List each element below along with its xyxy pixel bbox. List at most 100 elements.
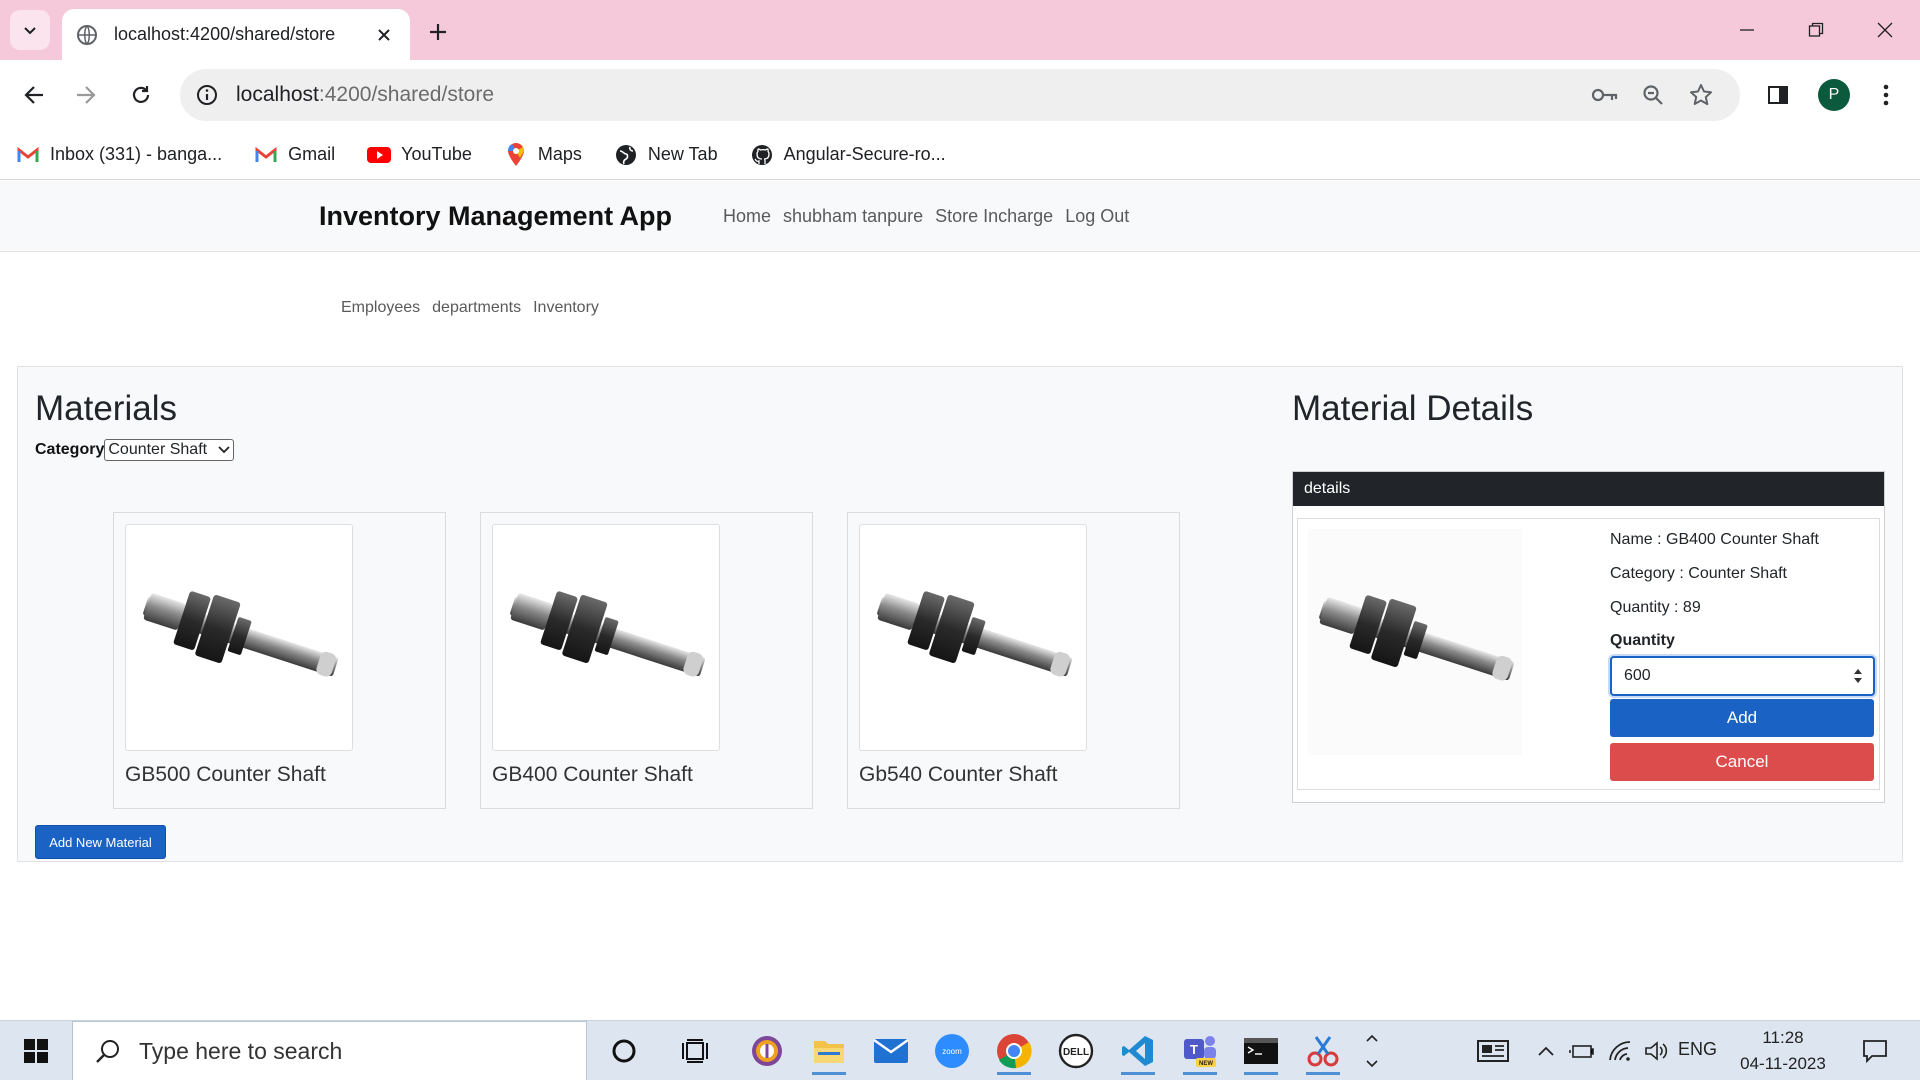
quantity-input[interactable]: 600 [1610, 656, 1875, 696]
category-select[interactable]: Counter Shaft [104, 439, 235, 461]
add-quantity-button[interactable]: Add [1610, 699, 1874, 737]
battery-icon[interactable] [1566, 1021, 1598, 1080]
material-name: Gb540 Counter Shaft [859, 763, 1058, 786]
bookmark-new-tab[interactable]: New Tab [614, 143, 718, 167]
quantity-stepper-icon[interactable] [1853, 667, 1863, 685]
material-card[interactable]: Gb540 Counter Shaft [847, 512, 1180, 809]
address-bar[interactable]: localhost:4200/shared/store [180, 69, 1740, 121]
dell-icon[interactable]: DELL [1051, 1027, 1101, 1075]
clock-time: 11:28 [1762, 1028, 1804, 1047]
nav-links: Home shubham tanpure Store Incharge Log … [723, 206, 1129, 227]
snipping-tool-icon[interactable] [1298, 1027, 1348, 1075]
material-card[interactable]: GB400 Counter Shaft [480, 512, 813, 809]
plus-icon [430, 24, 446, 40]
materials-heading: Materials [35, 389, 177, 428]
file-explorer-icon[interactable] [804, 1027, 854, 1075]
browser-tabstrip: localhost:4200/shared/store [0, 0, 1920, 60]
side-panel-icon [1768, 86, 1788, 104]
teams-icon[interactable]: T NEW [1175, 1027, 1225, 1075]
news-widget-icon[interactable] [1470, 1021, 1516, 1080]
counter-shaft-image [1308, 529, 1522, 755]
forward-button[interactable] [66, 75, 106, 115]
restore-window-button[interactable] [1793, 10, 1839, 50]
language-indicator[interactable]: ENG [1678, 1039, 1717, 1060]
quantity-input-value: 600 [1624, 667, 1651, 684]
nav-link-home[interactable]: Home [723, 206, 771, 227]
store-content: Materials Category Counter Shaft GB500 C… [17, 366, 1903, 862]
chevron-down-icon [218, 446, 230, 454]
bookmark-gmail[interactable]: Gmail [254, 143, 335, 167]
taskbar-clock[interactable]: 11:28 04-11-2023 [1728, 1025, 1838, 1077]
arrow-left-icon [24, 86, 43, 104]
taskbar-search-box[interactable]: Type here to search [72, 1021, 587, 1080]
back-button[interactable] [14, 75, 54, 115]
detail-quantity: Quantity : 89 [1610, 599, 1701, 616]
details-body: Name : GB400 Counter Shaft Category : Co… [1297, 518, 1880, 790]
details-panel-header: details [1293, 472, 1884, 506]
bookmark-angular-secure[interactable]: Angular-Secure-ro... [750, 143, 946, 167]
bookmark-star-icon[interactable] [1686, 80, 1716, 110]
site-info-icon[interactable] [192, 80, 222, 110]
bookmark-inbox[interactable]: Inbox (331) - banga... [16, 143, 222, 167]
notification-center-icon[interactable] [1850, 1021, 1900, 1080]
app-brand[interactable]: Inventory Management App [319, 201, 672, 232]
subnav-link-employees[interactable]: Employees [341, 299, 420, 317]
category-filter: Category Counter Shaft [35, 439, 235, 461]
zoom-icon[interactable]: zoom [927, 1027, 977, 1075]
reload-button[interactable] [121, 75, 161, 115]
svg-text:T: T [1190, 1042, 1198, 1057]
tor-browser-icon[interactable] [742, 1027, 792, 1075]
browser-menu-button[interactable] [1866, 75, 1906, 115]
mail-icon[interactable] [866, 1027, 916, 1075]
new-tab-button[interactable] [420, 14, 456, 50]
start-button[interactable] [10, 1031, 62, 1071]
close-window-button[interactable] [1862, 10, 1908, 50]
svg-text:zoom: zoom [942, 1047, 962, 1056]
vscode-icon[interactable] [1113, 1027, 1163, 1075]
reload-icon [132, 86, 150, 103]
chrome-icon[interactable] [989, 1027, 1039, 1075]
tab-search-button[interactable] [10, 10, 50, 50]
bookmark-maps[interactable]: Maps [504, 142, 582, 167]
counter-shaft-image [859, 524, 1087, 751]
minimize-icon [1740, 29, 1754, 31]
svg-text:NEW: NEW [1199, 1061, 1213, 1067]
cortana-icon[interactable] [599, 1027, 649, 1075]
cancel-button[interactable]: Cancel [1610, 743, 1874, 781]
password-key-icon[interactable] [1590, 80, 1620, 110]
subnav-link-inventory[interactable]: Inventory [533, 299, 599, 317]
clock-date: 04-11-2023 [1740, 1054, 1826, 1073]
browser-tab-active[interactable]: localhost:4200/shared/store [62, 9, 410, 60]
show-hidden-icons-chevron-icon[interactable] [1531, 1021, 1561, 1080]
category-label: Category [35, 441, 105, 458]
terminal-icon[interactable] [1236, 1027, 1286, 1075]
nav-link-logout[interactable]: Log Out [1065, 206, 1129, 227]
material-card[interactable]: GB500 Counter Shaft [113, 512, 446, 809]
profile-button[interactable]: P [1814, 75, 1854, 115]
web-page: Inventory Management App Home shubham ta… [0, 181, 1920, 1020]
add-new-material-button[interactable]: Add New Material [35, 825, 166, 859]
svg-text:DELL: DELL [1063, 1047, 1089, 1058]
zoom-icon[interactable] [1638, 80, 1668, 110]
windows-taskbar: Type here to search zoom DELL T NEW ENG … [0, 1020, 1920, 1080]
task-view-icon[interactable] [670, 1027, 720, 1075]
minimize-window-button[interactable] [1724, 10, 1770, 50]
volume-icon[interactable] [1640, 1021, 1672, 1080]
nav-link-user[interactable]: shubham tanpure [783, 206, 923, 227]
close-tab-icon[interactable] [370, 21, 398, 49]
subnav-link-departments[interactable]: departments [432, 299, 521, 317]
url-text: localhost:4200/shared/store [236, 83, 495, 106]
taskbar-overflow-arrows[interactable] [1360, 1021, 1384, 1080]
details-panel: details Name : GB400 Counter Shaft Categ… [1292, 471, 1885, 803]
wifi-icon[interactable] [1604, 1021, 1636, 1080]
sub-nav: Employees departments Inventory [341, 299, 599, 317]
counter-shaft-image [492, 524, 720, 751]
nav-link-role[interactable]: Store Incharge [935, 206, 1053, 227]
tab-title: localhost:4200/shared/store [114, 24, 336, 44]
taskbar-search-placeholder: Type here to search [139, 1037, 343, 1064]
bookmark-youtube[interactable]: YouTube [367, 143, 472, 167]
gmail-icon [16, 143, 40, 167]
globe-icon [614, 143, 638, 167]
arrow-right-icon [77, 86, 96, 104]
side-panel-button[interactable] [1758, 75, 1798, 115]
